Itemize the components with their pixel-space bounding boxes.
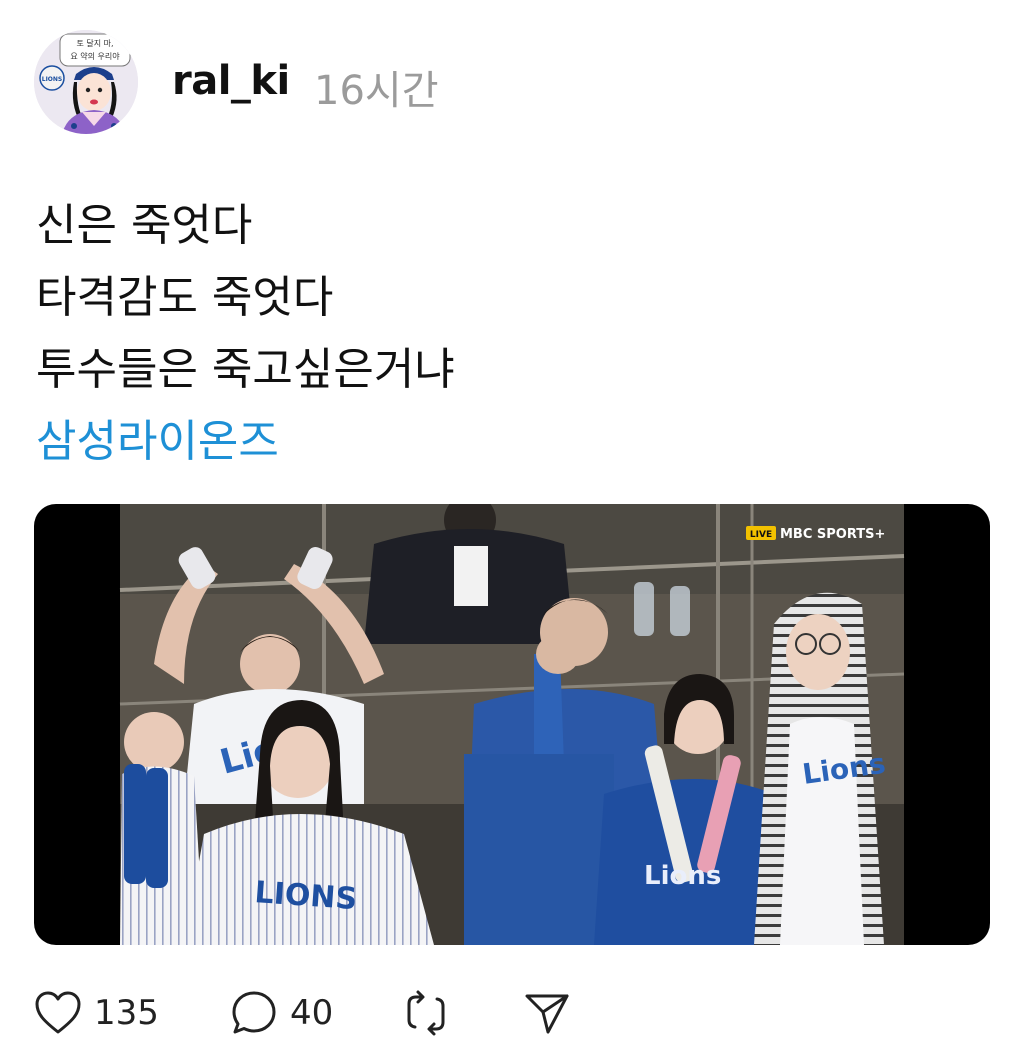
username[interactable]: ral_ki <box>172 58 290 104</box>
heart-icon <box>35 991 81 1034</box>
action-bar: 135 40 <box>34 988 634 1038</box>
reply-button[interactable]: 40 <box>230 988 333 1038</box>
post: 토 달지 마, 요 약의 우리야 LIONS ral_ki 16시간 신은 죽엇… <box>0 0 1024 1051</box>
like-count: 135 <box>94 993 159 1033</box>
jersey-text: Lions <box>644 861 721 891</box>
repost-button[interactable] <box>402 988 450 1038</box>
like-button[interactable]: 135 <box>34 988 159 1038</box>
avatar-illustration-icon: 토 달지 마, 요 약의 우리야 LIONS <box>34 30 138 134</box>
avatar-speech-line1: 토 달지 마, <box>76 39 113 48</box>
avatar-speech-line2: 요 약의 우리야 <box>70 51 120 61</box>
post-text: 신은 죽엇다 타격감도 죽엇다 투수들은 죽고싶은거냐 삼성라이온즈 <box>36 190 455 478</box>
broadcast-live-badge: LIVE <box>750 530 772 540</box>
broadcast-logo: MBC SPORTS+ <box>780 527 885 542</box>
post-line: 신은 죽엇다 <box>36 200 253 251</box>
send-icon <box>525 994 569 1034</box>
avatar-badge: LIONS <box>42 76 63 83</box>
jersey-text: LIONS <box>253 875 358 917</box>
reply-count: 40 <box>290 993 334 1033</box>
hashtag-link[interactable]: 삼성라이온즈 <box>36 406 455 478</box>
post-line: 타격감도 죽엇다 <box>36 272 334 323</box>
repost-icon <box>407 990 445 1036</box>
share-button[interactable] <box>524 988 570 1038</box>
video-frame: Lions LIONS Lions <box>119 504 905 945</box>
post-line: 투수들은 죽고싶은거냐 <box>36 344 455 395</box>
video-player[interactable]: Lions LIONS Lions <box>34 504 990 945</box>
timestamp: 16시간 <box>314 68 439 114</box>
avatar[interactable]: 토 달지 마, 요 약의 우리야 LIONS <box>34 30 138 134</box>
comment-icon <box>232 991 276 1034</box>
